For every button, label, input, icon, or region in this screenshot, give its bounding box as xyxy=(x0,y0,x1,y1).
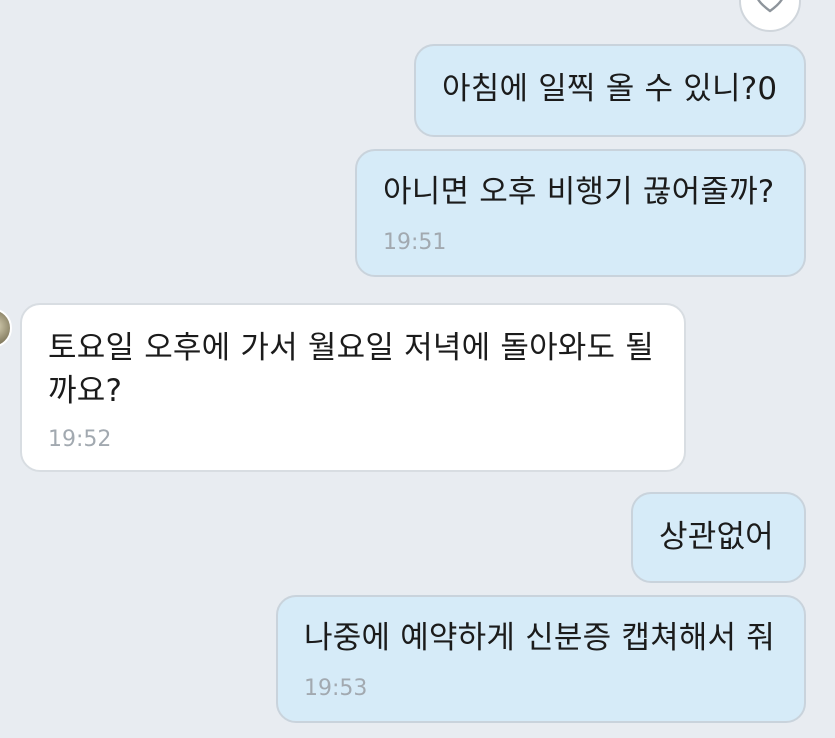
message-text: 상관없어 xyxy=(659,519,774,555)
heart-icon xyxy=(755,0,785,17)
message-bubble-outgoing[interactable]: 아니면 오후 비행기 끊어줄까? 19:51 xyxy=(355,149,806,277)
message-timestamp: 19:51 xyxy=(383,230,447,255)
message-timestamp: 19:53 xyxy=(304,676,368,701)
message-text: 토요일 오후에 가서 월요일 저녁에 돌아와도 될까요? xyxy=(48,330,655,409)
avatar[interactable] xyxy=(0,308,12,348)
heart-reaction-button[interactable] xyxy=(739,0,801,32)
message-text: 아침에 일찍 올 수 있니?0 xyxy=(442,71,778,107)
message-text: 나중에 예약하게 신분증 캡쳐해서 줘 xyxy=(304,620,776,656)
message-timestamp: 19:52 xyxy=(48,427,112,452)
message-bubble-outgoing[interactable]: 아침에 일찍 올 수 있니?0 xyxy=(414,44,806,137)
message-bubble-incoming[interactable]: 토요일 오후에 가서 월요일 저녁에 돌아와도 될까요? 19:52 xyxy=(20,303,686,472)
message-bubble-outgoing[interactable]: 상관없어 xyxy=(631,492,806,583)
message-text: 아니면 오후 비행기 끊어줄까? xyxy=(383,174,775,210)
message-bubble-outgoing[interactable]: 나중에 예약하게 신분증 캡쳐해서 줘 19:53 xyxy=(276,595,806,723)
